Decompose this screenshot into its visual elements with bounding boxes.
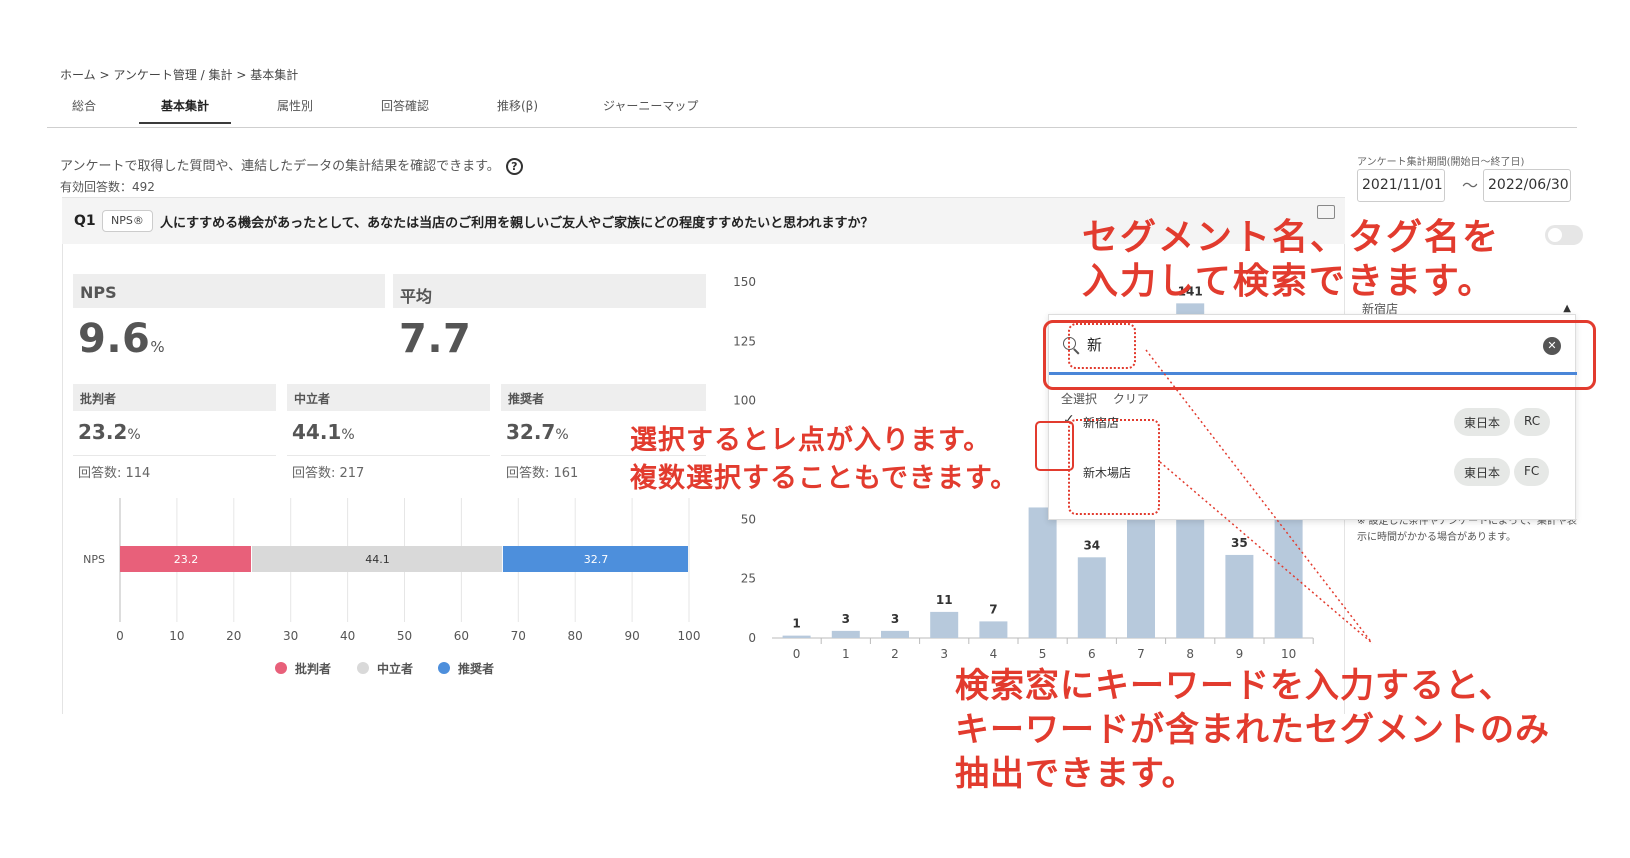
annotation-select: 選択するとレ点が入ります。 複数選択することもできます。 bbox=[630, 425, 1019, 494]
annotation-keyword: 検索窓にキーワードを入力すると、 キーワードが含まれたセグメントのみ 抽出できます。 bbox=[955, 666, 1550, 794]
annotation-search: セグメント名、タグ名を 入力して検索できます。 bbox=[1082, 217, 1501, 302]
